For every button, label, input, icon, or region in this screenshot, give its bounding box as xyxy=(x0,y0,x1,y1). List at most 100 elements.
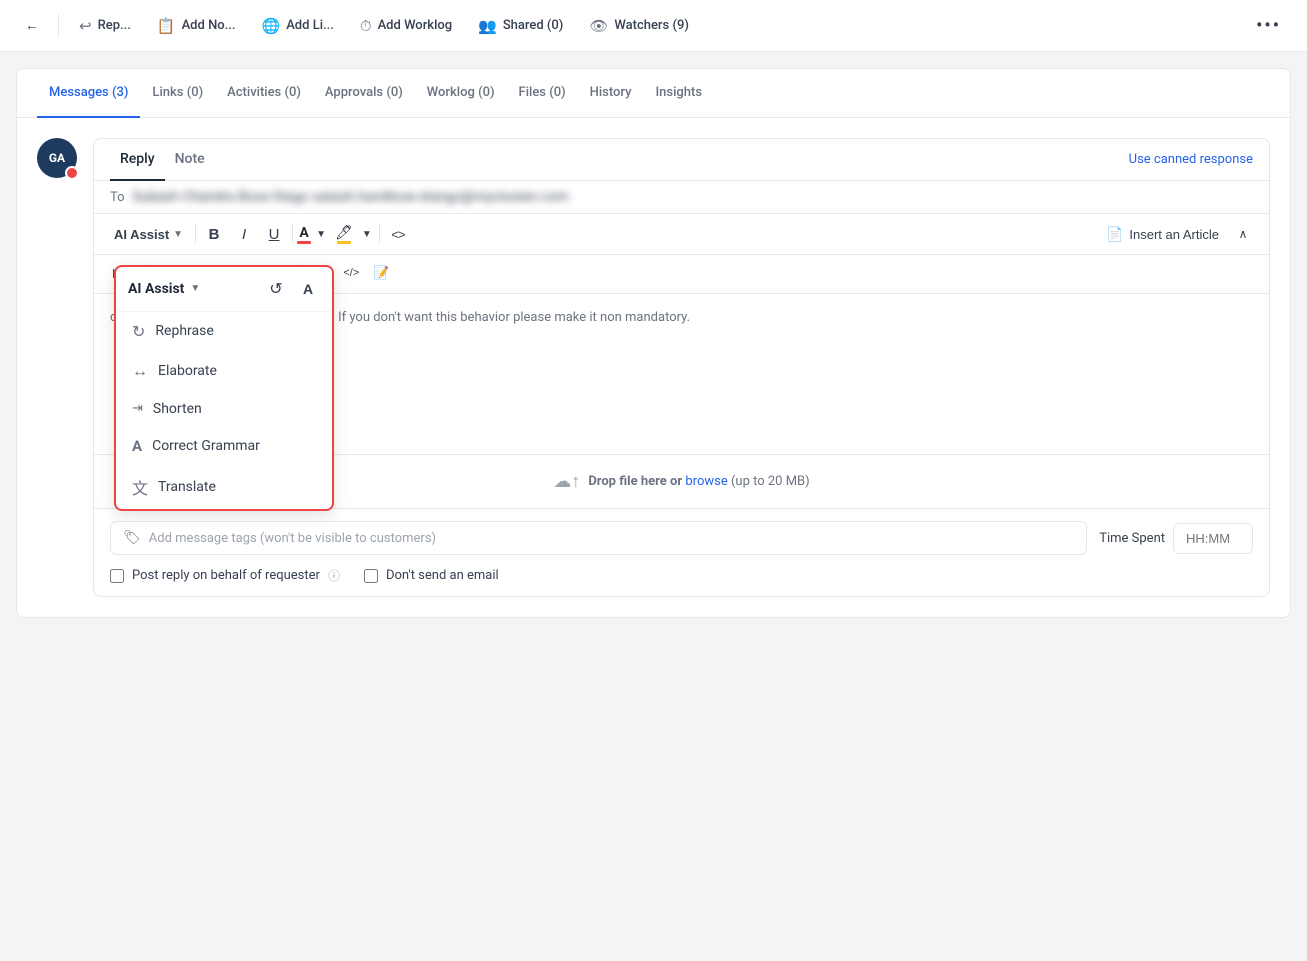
ai-dropdown-chevron-down-icon: ▼ xyxy=(190,283,200,294)
dont-send-label: Don't send an email xyxy=(386,568,499,583)
translate-label: Translate xyxy=(158,479,216,495)
editor-toolbar-row1: AI Assist ▼ AI Assist ▼ ↺ A xyxy=(94,214,1269,255)
time-spent-group: Time Spent xyxy=(1099,523,1253,554)
ai-text-size-icon[interactable]: A xyxy=(296,277,320,301)
shared-icon: 👥 xyxy=(478,17,497,35)
ai-elaborate-item[interactable]: ↔ Elaborate xyxy=(116,351,332,391)
reply-box: Reply Note Use canned response To Subash… xyxy=(93,138,1270,597)
reply-tab[interactable]: Reply xyxy=(110,139,165,181)
ai-history-icon[interactable]: ↺ xyxy=(264,277,288,301)
ai-assist-chevron-down-icon: ▼ xyxy=(173,229,183,240)
note-button[interactable]: 📝 xyxy=(367,259,395,287)
back-icon: ← xyxy=(25,17,39,34)
post-reply-label: Post reply on behalf of requester xyxy=(132,568,320,583)
tab-insights[interactable]: Insights xyxy=(644,69,715,118)
add-worklog-label: Add Worklog xyxy=(378,18,453,33)
font-color-button[interactable]: A xyxy=(297,225,311,244)
tab-history[interactable]: History xyxy=(578,69,644,118)
ai-assist-container: AI Assist ▼ AI Assist ▼ ↺ A xyxy=(106,223,191,246)
back-button[interactable]: ← xyxy=(16,10,48,42)
translate-icon: 文 xyxy=(132,475,148,499)
ai-translate-item[interactable]: 文 Translate xyxy=(116,465,332,509)
tab-activities[interactable]: Activities (0) xyxy=(215,69,313,118)
tab-worklog[interactable]: Worklog (0) xyxy=(415,69,507,118)
ai-assist-dropdown: AI Assist ▼ ↺ A ↻ Rephrase xyxy=(114,265,334,511)
tags-input[interactable]: 🏷 Add message tags (won't be visible to … xyxy=(110,521,1087,555)
info-icon[interactable]: ⓘ xyxy=(328,567,340,584)
add-link-label: Add Li... xyxy=(286,18,334,33)
bold-button[interactable]: B xyxy=(200,220,228,248)
avatar-initials: GA xyxy=(49,151,65,165)
watchers-button[interactable]: 👁 Watchers (9) xyxy=(579,11,699,41)
tags-row: 🏷 Add message tags (won't be visible to … xyxy=(110,521,1253,555)
reply-btn-label: Rep... xyxy=(98,18,131,33)
elaborate-label: Elaborate xyxy=(158,363,217,379)
note-tab[interactable]: Note xyxy=(165,139,215,181)
ai-assist-label: AI Assist xyxy=(114,227,169,242)
reply-icon: ↩ xyxy=(79,17,92,35)
browse-link[interactable]: browse xyxy=(685,474,731,489)
shared-button[interactable]: 👥 Shared (0) xyxy=(468,11,573,41)
main-container: Messages (3) Links (0) Activities (0) Ap… xyxy=(16,68,1291,618)
tags-placeholder: Add message tags (won't be visible to cu… xyxy=(149,531,436,546)
worklog-icon: ⏱ xyxy=(360,17,372,35)
ai-rephrase-item[interactable]: ↻ Rephrase xyxy=(116,312,332,351)
checkbox-row: Post reply on behalf of requester ⓘ Don'… xyxy=(110,567,1253,584)
ai-dropdown-header: AI Assist ▼ ↺ A xyxy=(116,267,332,312)
elaborate-icon: ↔ xyxy=(132,361,148,381)
insert-article-button[interactable]: 📄 Insert an Article xyxy=(1098,222,1227,247)
rephrase-label: Rephrase xyxy=(155,323,213,339)
tab-bar: Messages (3) Links (0) Activities (0) Ap… xyxy=(17,69,1290,118)
tab-links[interactable]: Links (0) xyxy=(140,69,215,118)
article-icon: 📄 xyxy=(1106,226,1123,243)
rephrase-icon: ↻ xyxy=(132,322,145,341)
to-label: To xyxy=(110,190,125,205)
tag-icon: 🏷 xyxy=(123,530,141,546)
code-block-button[interactable]: </> xyxy=(337,259,365,287)
ai-correct-grammar-item[interactable]: A Correct Grammar xyxy=(116,427,332,465)
dont-send-checkbox-item[interactable]: Don't send an email xyxy=(364,568,499,583)
toolbar-sep-3 xyxy=(379,224,380,244)
dont-send-checkbox[interactable] xyxy=(364,569,378,583)
underline-button[interactable]: U xyxy=(260,220,288,248)
tab-approvals[interactable]: Approvals (0) xyxy=(313,69,415,118)
avatar-badge xyxy=(65,166,79,180)
post-reply-checkbox[interactable] xyxy=(110,569,124,583)
link-icon: 🌐 xyxy=(262,17,281,35)
separator xyxy=(58,14,59,38)
reply-tab-group: Reply Note xyxy=(110,139,215,180)
more-icon: ••• xyxy=(1256,15,1281,36)
reply-footer: 🏷 Add message tags (won't be visible to … xyxy=(94,508,1269,596)
ai-assist-button[interactable]: AI Assist ▼ xyxy=(106,223,191,246)
note-icon: 📋 xyxy=(157,17,176,35)
ai-dropdown-title-label: AI Assist xyxy=(128,281,184,297)
shared-label: Shared (0) xyxy=(503,18,564,33)
post-reply-checkbox-item[interactable]: Post reply on behalf of requester ⓘ xyxy=(110,567,340,584)
tab-files[interactable]: Files (0) xyxy=(507,69,578,118)
add-link-button[interactable]: 🌐 Add Li... xyxy=(252,11,344,41)
toolbar-sep-2 xyxy=(292,224,293,244)
to-field: To Subash Chandra Bose Diego satash.hand… xyxy=(94,181,1269,214)
ai-shorten-item[interactable]: ⇥ Shorten xyxy=(116,391,332,427)
code-button[interactable]: <> xyxy=(384,220,412,248)
upload-cloud-icon: ☁↑ xyxy=(553,471,580,492)
watchers-icon: 👁 xyxy=(589,17,608,35)
font-color-dropdown-icon[interactable]: ▼ xyxy=(313,220,329,248)
collapse-toolbar-button[interactable]: ∧ xyxy=(1229,220,1257,248)
time-input[interactable] xyxy=(1173,523,1253,554)
highlight-button[interactable]: 🖊 xyxy=(331,223,357,246)
canned-response-button[interactable]: Use canned response xyxy=(1129,152,1253,167)
reply-button[interactable]: ↩ Rep... xyxy=(69,11,141,41)
top-bar: ← ↩ Rep... 📋 Add No... 🌐 Add Li... ⏱ Add… xyxy=(0,0,1307,52)
tab-messages[interactable]: Messages (3) xyxy=(37,69,140,118)
avatar: GA xyxy=(37,138,77,178)
ai-dropdown-actions: ↺ A xyxy=(264,277,320,301)
file-size-limit: (up to 20 MB) xyxy=(731,474,810,489)
to-value: Subash Chandra Bose Diego satash.handtos… xyxy=(133,189,569,205)
italic-button[interactable]: I xyxy=(230,220,258,248)
highlight-dropdown-icon[interactable]: ▼ xyxy=(359,220,375,248)
add-worklog-button[interactable]: ⏱ Add Worklog xyxy=(350,11,462,41)
more-button[interactable]: ••• xyxy=(1246,9,1291,42)
shorten-label: Shorten xyxy=(153,401,202,417)
add-note-button[interactable]: 📋 Add No... xyxy=(147,11,246,41)
